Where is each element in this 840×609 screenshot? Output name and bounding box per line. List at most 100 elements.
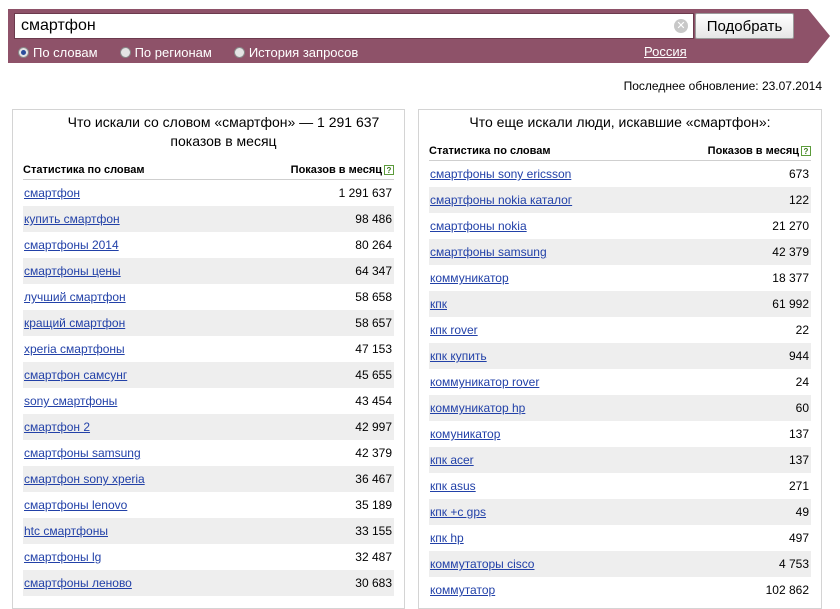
impressions-count: 944 <box>788 349 809 363</box>
query-link[interactable]: коммуникатор hp <box>430 401 525 415</box>
table-row: лучший смартфон 58 658 <box>23 284 394 310</box>
impressions-count: 35 189 <box>355 498 392 512</box>
impressions-count: 98 486 <box>355 212 392 226</box>
table-row: кращий смартфон 58 657 <box>23 310 394 336</box>
query-link[interactable]: комуникатор <box>430 427 500 441</box>
impressions-count: 58 657 <box>355 316 392 330</box>
table-row: htc смартфоны 33 155 <box>23 518 394 544</box>
impressions-count: 47 153 <box>355 342 392 356</box>
mode-option[interactable]: История запросов <box>233 45 358 60</box>
table-row: смартфон 1 291 637 <box>23 180 394 206</box>
impressions-count: 45 655 <box>355 368 392 382</box>
help-icon[interactable]: ? <box>384 165 394 175</box>
query-link[interactable]: коммуникатор <box>430 271 509 285</box>
query-link[interactable]: кпк купить <box>430 349 487 363</box>
impressions-count: 21 270 <box>772 219 809 233</box>
impressions-count: 80 264 <box>355 238 392 252</box>
table-row: коммутаторы cisco 4 753 <box>429 551 811 577</box>
region-link[interactable]: Россия <box>644 44 687 59</box>
table-row: sony смартфоны 43 454 <box>23 388 394 414</box>
table-row: смартфон sony xperia 36 467 <box>23 466 394 492</box>
table-row: смартфон самсунг 45 655 <box>23 362 394 388</box>
radio-icon[interactable] <box>119 46 131 58</box>
radio-icon[interactable] <box>18 46 29 58</box>
query-link[interactable]: смартфоны nokia <box>430 219 527 233</box>
radio-icon[interactable] <box>233 46 245 58</box>
left-rows: смартфон 1 291 637 купить смартфон 98 486 см… <box>23 180 394 596</box>
query-link[interactable]: смартфон 2 <box>24 420 90 434</box>
impressions-count: 42 379 <box>355 446 392 460</box>
left-col-count: Показов в месяц? <box>291 164 394 176</box>
query-link[interactable]: смартфоны samsung <box>24 446 141 460</box>
impressions-count: 24 <box>795 375 809 389</box>
impressions-count: 30 683 <box>355 576 392 590</box>
query-link[interactable]: смартфон самсунг <box>24 368 127 382</box>
impressions-count: 22 <box>795 323 809 337</box>
search-modes: По словам По регионам История запросов <box>18 44 380 60</box>
header-arrow <box>808 9 830 63</box>
impressions-count: 497 <box>788 531 809 545</box>
left-col-query: Статистика по словам <box>23 164 145 176</box>
impressions-count: 102 862 <box>765 583 809 597</box>
help-icon[interactable]: ? <box>801 146 811 156</box>
mode-option[interactable]: По регионам <box>119 44 212 60</box>
table-row: комуникатор 137 <box>429 421 811 447</box>
table-row: смартфоны 2014 80 264 <box>23 232 394 258</box>
query-link[interactable]: купить смартфон <box>24 212 120 226</box>
table-row: смартфоны леново 30 683 <box>23 570 394 596</box>
table-row: кпк hp 497 <box>429 525 811 551</box>
mode-label: По регионам <box>134 44 212 60</box>
query-link[interactable]: лучший смартфон <box>24 290 126 304</box>
last-updated: Последнее обновление: 23.07.2014 <box>623 79 822 93</box>
impressions-count: 122 <box>788 193 809 207</box>
query-link[interactable]: кращий смартфон <box>24 316 125 330</box>
query-link[interactable]: смартфоны nokia каталог <box>430 193 572 207</box>
query-link[interactable]: коммутатор <box>430 583 495 597</box>
query-link[interactable]: кпк +с gps <box>430 505 486 519</box>
query-link[interactable]: коммуникатор rover <box>430 375 539 389</box>
table-row: кпк rover 22 <box>429 317 811 343</box>
search-input[interactable] <box>15 14 665 38</box>
query-link[interactable]: смартфоны 2014 <box>24 238 119 252</box>
impressions-count: 32 487 <box>355 550 392 564</box>
query-link[interactable]: кпк asus <box>430 479 476 493</box>
clear-icon[interactable]: ✕ <box>674 19 688 33</box>
query-link[interactable]: смартфон <box>24 186 80 200</box>
impressions-count: 1 291 637 <box>338 186 392 200</box>
impressions-count: 33 155 <box>355 524 392 538</box>
left-table-header: Статистика по словам Показов в месяц? <box>23 162 394 180</box>
impressions-count: 61 992 <box>772 297 809 311</box>
table-row: кпк asus 271 <box>429 473 811 499</box>
query-link[interactable]: смартфоны леново <box>24 576 132 590</box>
query-link[interactable]: смартфоны samsung <box>430 245 547 259</box>
impressions-count: 18 377 <box>772 271 809 285</box>
query-link[interactable]: кпк <box>430 297 447 311</box>
query-link[interactable]: смартфоны lenovo <box>24 498 127 512</box>
query-link[interactable]: смартфоны sony ericsson <box>430 167 571 181</box>
mode-option[interactable]: По словам <box>18 45 98 60</box>
query-link[interactable]: кпк acer <box>430 453 474 467</box>
right-panel-title: Что еще искали люди, искавшие «смартфон»… <box>469 114 771 130</box>
impressions-count: 4 753 <box>778 557 809 571</box>
right-col-query: Статистика по словам <box>429 145 551 157</box>
query-link[interactable]: коммутаторы cisco <box>430 557 534 571</box>
query-link[interactable]: htc смартфоны <box>24 524 108 538</box>
table-row: смартфоны nokia 21 270 <box>429 213 811 239</box>
query-link[interactable]: смартфон sony xperia <box>24 472 145 486</box>
query-link[interactable]: xperia смартфоны <box>24 342 125 356</box>
impressions-count: 271 <box>788 479 809 493</box>
query-link[interactable]: кпк hp <box>430 531 464 545</box>
table-row: смартфоны nokia каталог 122 <box>429 187 811 213</box>
query-link[interactable]: смартфоны цены <box>24 264 121 278</box>
query-link[interactable]: смартфоны lg <box>24 550 101 564</box>
right-panel: Что еще искали люди, искавшие «смартфон»… <box>418 109 822 609</box>
table-row: коммуникатор hp 60 <box>429 395 811 421</box>
query-link[interactable]: кпк rover <box>430 323 478 337</box>
submit-button[interactable]: Подобрать <box>695 13 794 39</box>
query-link[interactable]: sony смартфоны <box>24 394 117 408</box>
search-header: ✕ Подобрать По словам По регионам История … <box>8 9 830 63</box>
impressions-count: 42 997 <box>355 420 392 434</box>
table-row: смартфон 2 42 997 <box>23 414 394 440</box>
search-box: ✕ <box>14 13 694 39</box>
left-panel: Что искали со словом «смартфон» — 1 291 … <box>12 109 405 609</box>
